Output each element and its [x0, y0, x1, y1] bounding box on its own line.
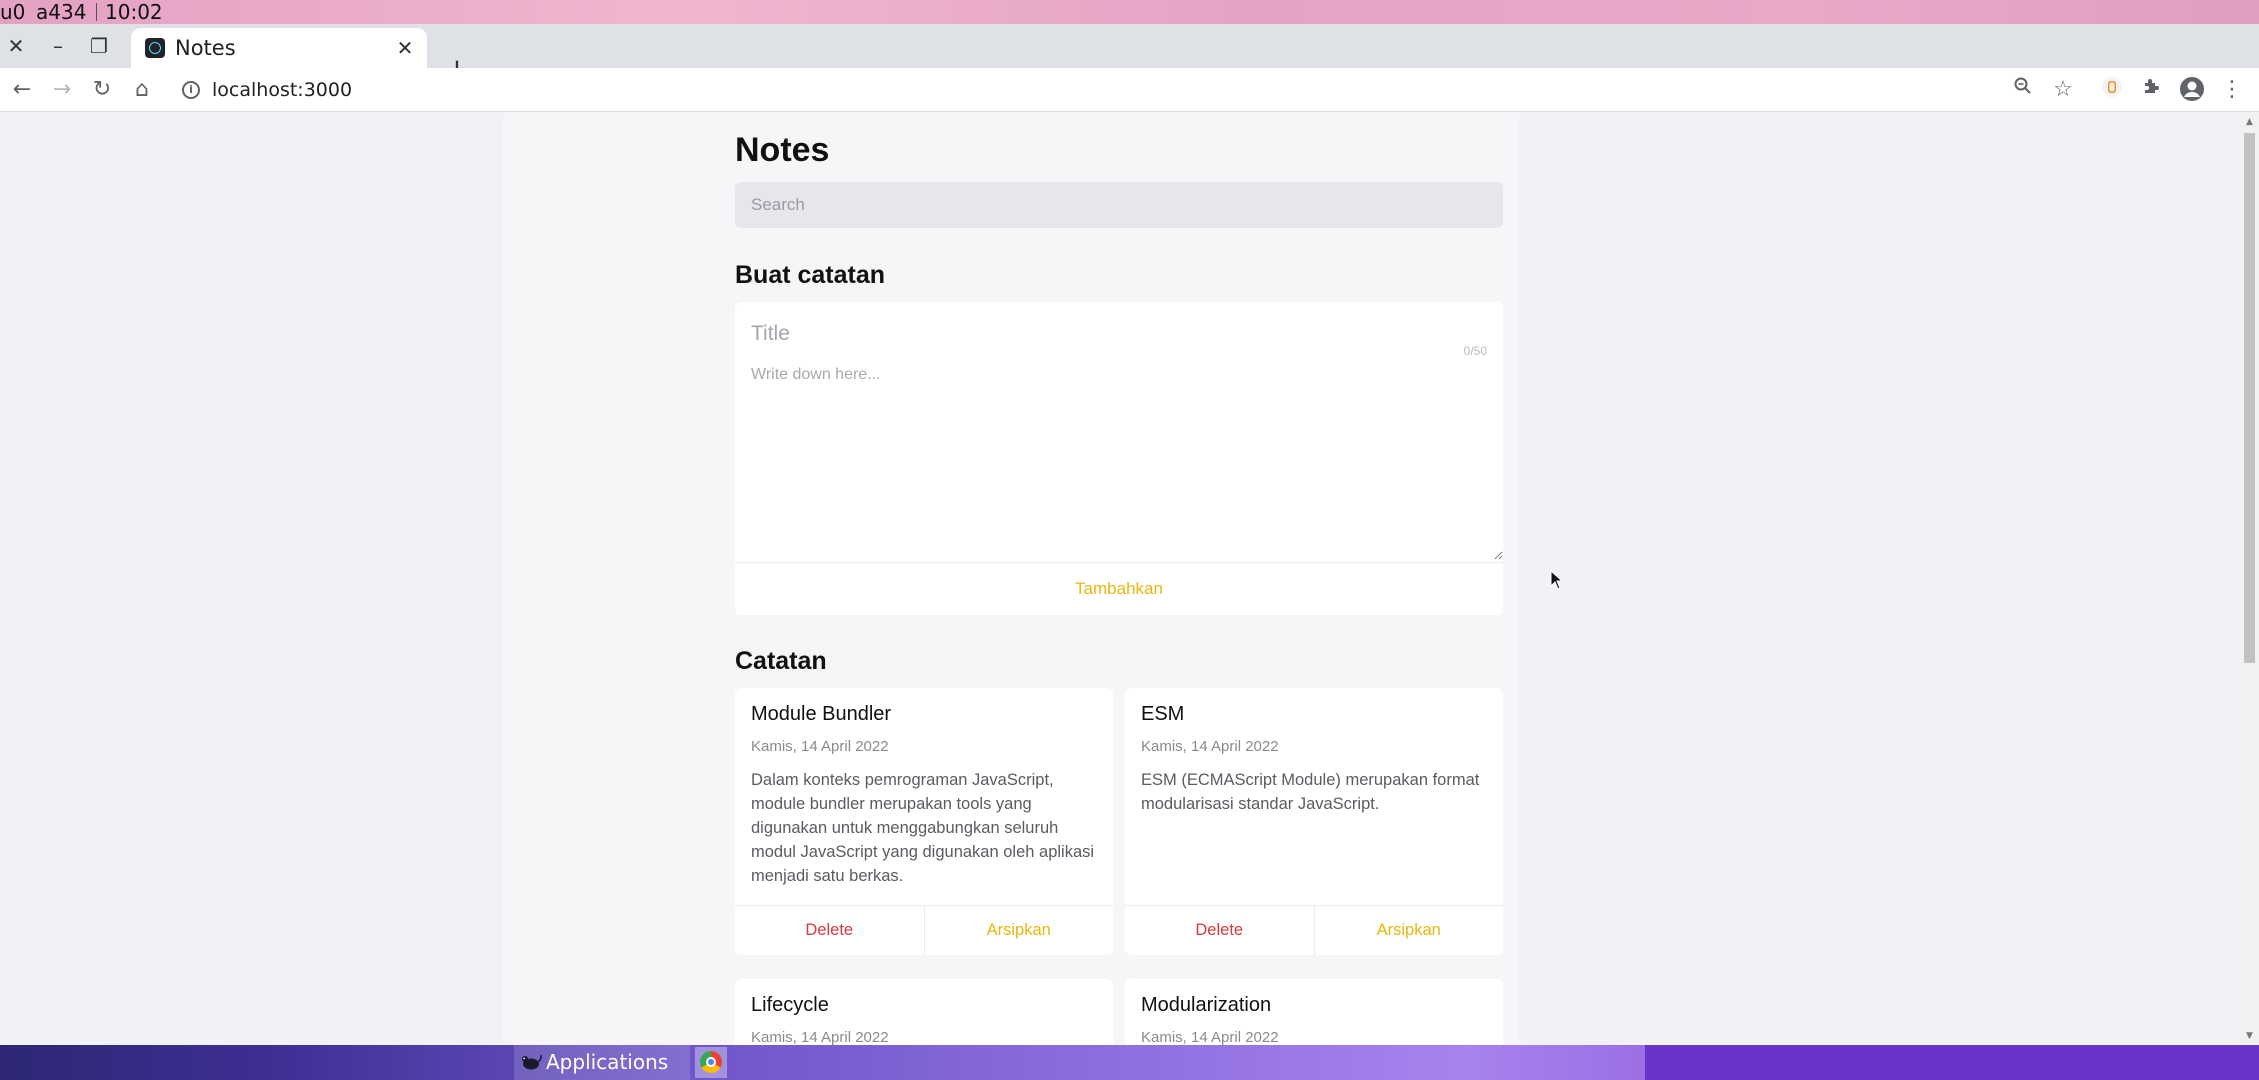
page-title: Notes: [735, 131, 830, 169]
note-date: Kamis, 14 April 2022: [1141, 738, 1279, 755]
note-actions: Delete Arsipkan: [735, 905, 1113, 955]
scroll-down-arrow-icon[interactable]: ▼: [2244, 1031, 2255, 1041]
workspace-label[interactable]: u0: [0, 0, 25, 24]
window-restore-icon[interactable]: ❐: [85, 32, 113, 60]
note-title: Modularization: [1141, 994, 1272, 1016]
profile-avatar-icon[interactable]: [2178, 76, 2206, 104]
separator: [96, 3, 97, 21]
note-title-input[interactable]: [751, 316, 1411, 352]
mouse-cursor-icon: [1550, 570, 1564, 590]
forward-arrow-icon[interactable]: →: [48, 76, 76, 104]
note-title: ESM: [1141, 703, 1185, 725]
note-body: ESM (ECMAScript Module) merupakan format…: [1141, 771, 1480, 813]
system-tray: [1645, 1045, 2259, 1080]
window-minimize-icon[interactable]: –: [44, 32, 72, 60]
search-input[interactable]: [735, 182, 1503, 228]
zoom-icon[interactable]: [2009, 76, 2037, 104]
tab-close-icon[interactable]: ✕: [393, 36, 417, 60]
extension-icon[interactable]: [2098, 76, 2126, 104]
address-url[interactable]: localhost:3000: [212, 74, 352, 106]
delete-note-button[interactable]: Delete: [1125, 906, 1315, 955]
note-card: ESM Kamis, 14 April 2022 ESM (ECMAScript…: [1125, 688, 1503, 955]
note-title: Lifecycle: [751, 994, 829, 1016]
chrome-icon: [700, 1051, 722, 1073]
extensions-puzzle-icon[interactable]: [2138, 76, 2166, 104]
note-card: Lifecycle Kamis, 14 April 2022: [735, 979, 1113, 1045]
title-char-counter: 0/50: [1463, 344, 1487, 358]
bookmark-star-icon[interactable]: ☆: [2049, 76, 2077, 104]
host-label: a434: [36, 0, 87, 24]
tab-title: Notes: [175, 36, 236, 60]
back-arrow-icon[interactable]: ←: [8, 76, 36, 104]
add-note-button[interactable]: Tambahkan: [735, 563, 1503, 615]
browser-toolbar: ← → ↻ ⌂ i localhost:3000 ☆ ⋮: [0, 68, 2259, 112]
browser-tab-strip: ✕ – ❐ Notes ✕ +: [0, 24, 2259, 84]
create-note-heading: Buat catatan: [735, 261, 886, 289]
note-body-textarea[interactable]: [735, 358, 1503, 560]
window-close-icon[interactable]: ✕: [2, 32, 30, 60]
applications-menu-button[interactable]: Applications: [514, 1045, 690, 1080]
note-date: Kamis, 14 April 2022: [1141, 1029, 1279, 1045]
clock: 10:02: [105, 0, 163, 24]
note-title: Module Bundler: [751, 703, 892, 725]
site-info-icon[interactable]: i: [182, 81, 200, 99]
page-viewport: Notes Buat catatan 0/50 Tambahkan Catata…: [0, 113, 2240, 1045]
reload-icon[interactable]: ↻: [88, 76, 116, 104]
react-favicon-icon: [145, 38, 165, 58]
note-date: Kamis, 14 April 2022: [751, 1029, 889, 1045]
note-actions: Delete Arsipkan: [1125, 905, 1503, 955]
scrollbar-thumb[interactable]: [2244, 133, 2255, 663]
xfce-mouse-icon: [522, 1054, 542, 1070]
system-top-bar: u0 a434 10:02: [0, 0, 2259, 24]
browser-menu-icon[interactable]: ⋮: [2218, 76, 2246, 104]
applications-label: Applications: [546, 1050, 669, 1074]
taskbar: Applications: [0, 1045, 2259, 1080]
create-note-form: 0/50 Tambahkan: [735, 302, 1503, 615]
browser-tab[interactable]: Notes ✕: [131, 28, 427, 68]
page-scrollbar[interactable]: ▲ ▼: [2240, 113, 2259, 1045]
note-date: Kamis, 14 April 2022: [751, 738, 889, 755]
note-card: Modularization Kamis, 14 April 2022: [1125, 979, 1503, 1045]
archive-note-button[interactable]: Arsipkan: [925, 906, 1114, 955]
address-bar[interactable]: i localhost:3000: [170, 74, 2050, 106]
notes-list-heading: Catatan: [735, 647, 827, 675]
home-icon[interactable]: ⌂: [128, 76, 156, 104]
note-card: Module Bundler Kamis, 14 April 2022 Dala…: [735, 688, 1113, 955]
archive-note-button[interactable]: Arsipkan: [1315, 906, 1504, 955]
taskbar-chrome-window[interactable]: [695, 1047, 727, 1078]
scroll-up-arrow-icon[interactable]: ▲: [2244, 117, 2255, 127]
note-body: Dalam konteks pemrograman JavaScript, mo…: [751, 771, 1095, 885]
delete-note-button[interactable]: Delete: [735, 906, 925, 955]
